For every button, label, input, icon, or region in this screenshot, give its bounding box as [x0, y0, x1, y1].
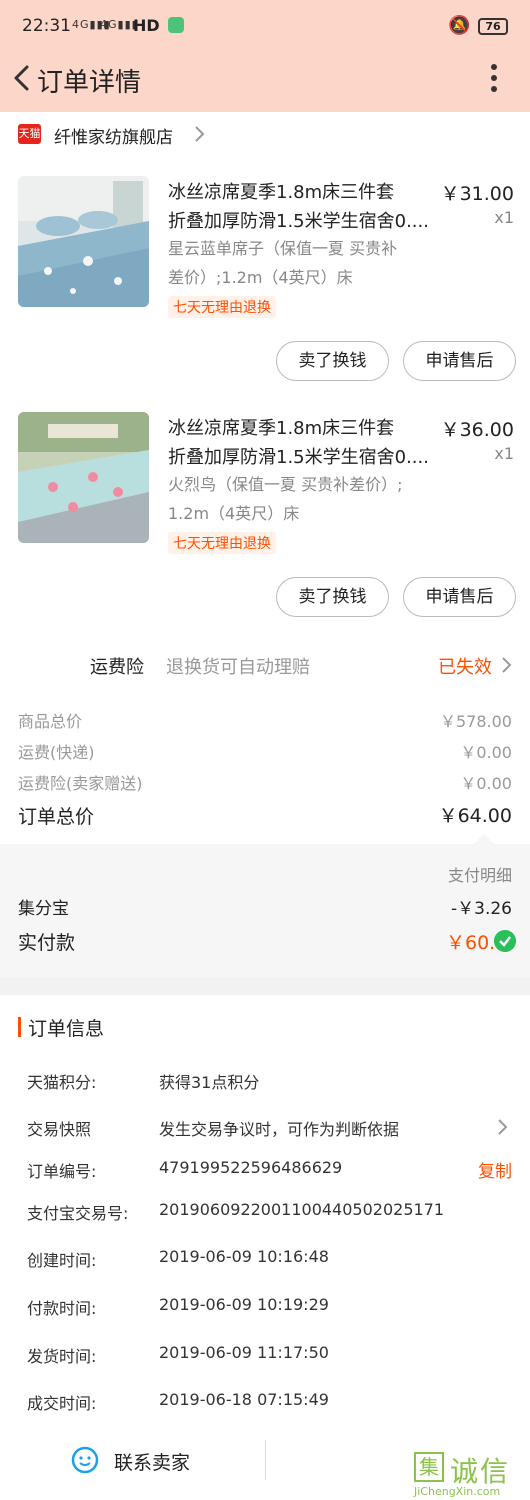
insurance-label: 运费险 — [90, 657, 144, 678]
watermark-url: JiChengXin.com — [414, 1485, 501, 1498]
sell-button[interactable]: 卖了换钱 — [276, 577, 389, 617]
product-title[interactable]: 冰丝凉席夏季1.8m床三件套 折叠加厚防滑1.5米学生宿舍0.... — [168, 178, 438, 236]
actual-paid-value: ￥60. — [446, 932, 496, 954]
section-accent-bar — [18, 1017, 21, 1037]
actual-paid-row: 实付款 ￥60. — [0, 924, 530, 960]
status-bar: 22:31 4G▮▮▮ 4G▮▮▮ HD 🔕 76 — [0, 0, 530, 50]
page-title: 订单详情 — [37, 68, 142, 98]
copy-button[interactable]: 复制 — [478, 1157, 512, 1182]
product-title[interactable]: 冰丝凉席夏季1.8m床三件套 折叠加厚防滑1.5米学生宿舍0.... — [168, 414, 438, 472]
tmall-icon: 天猫 — [18, 124, 41, 144]
order-info-section: 订单信息 天猫积分: 获得31点积分 交易快照 发生交易争议时，可作为判断依据 … — [0, 995, 530, 1440]
battery-icon: 76 — [478, 18, 508, 35]
watermark-logo: 集 诚信 JiChengXin.com — [412, 1452, 530, 1500]
watermark-icon: 集 — [414, 1452, 444, 1482]
after-sales-button[interactable]: 申请售后 — [403, 341, 516, 381]
info-row-alipay-number: 支付宝交易号: 2019060922001100440502025171 — [27, 1200, 445, 1223]
info-row-paid: 付款时间: 2019-06-09 10:19:29 — [27, 1295, 329, 1318]
info-row-created: 创建时间: 2019-06-09 10:16:48 — [27, 1247, 329, 1270]
top-bar: 22:31 4G▮▮▮ 4G▮▮▮ HD 🔕 76 订单详情 — [0, 0, 530, 112]
section-title: 订单信息 — [28, 1018, 105, 1040]
shipping-insurance-row[interactable]: 运费险 退换货可自动理赔 已失效 — [0, 645, 530, 685]
fee-row: 运费(快递) ￥0.00 — [18, 743, 512, 762]
product-image[interactable] — [18, 412, 149, 543]
info-row-snapshot[interactable]: 交易快照 发生交易争议时，可作为判断依据 — [0, 1112, 530, 1142]
return-policy-badge: 七天无理由退换 — [168, 296, 276, 318]
shop-name[interactable]: 纤惟家纺旗舰店 — [54, 123, 173, 148]
insurance-status: 已失效 — [438, 657, 492, 678]
fee-row: 运费险(卖家赠送) ￥0.00 — [18, 774, 512, 793]
product-spec: 星云蓝单席子（保值一夏 买贵补 差价）;1.2m（4英尺）床 — [168, 239, 398, 287]
bottom-bar: 联系卖家 集 诚信 JiChengXin.com — [0, 1440, 530, 1500]
product-quantity: x1 — [494, 444, 514, 463]
info-row-completed: 成交时间: 2019-06-18 07:15:49 — [27, 1390, 329, 1413]
chevron-right-icon — [195, 126, 205, 142]
product-price: ￥31.00 — [440, 183, 514, 205]
sell-button[interactable]: 卖了换钱 — [276, 341, 389, 381]
payment-details: 支付明细 集分宝 -￥3.26 实付款 ￥60. — [0, 844, 530, 977]
jifenbao-row: 集分宝 -￥3.26 — [18, 899, 512, 919]
product-spec: 火烈鸟（保值一夏 买贵补差价）; 1.2m（4英尺）床 — [168, 475, 403, 523]
info-row-points: 天猫积分: 获得31点积分 — [27, 1073, 260, 1092]
order-item: 冰丝凉席夏季1.8m床三件套 折叠加厚防滑1.5米学生宿舍0.... 火烈鸟（保… — [0, 412, 530, 648]
product-image[interactable] — [18, 176, 149, 307]
chevron-right-icon — [498, 1119, 508, 1135]
order-total-label: 订单总价 — [18, 806, 95, 828]
hd-indicator: HD — [133, 16, 160, 35]
product-price: ￥36.00 — [440, 419, 514, 441]
order-total-value: ￥64.00 — [438, 805, 512, 827]
return-policy-badge: 七天无理由退换 — [168, 532, 276, 554]
battery-level: 76 — [485, 20, 501, 33]
order-item: 冰丝凉席夏季1.8m床三件套 折叠加厚防滑1.5米学生宿舍0.... 星云蓝单席… — [0, 176, 530, 412]
nav-header: 订单详情 — [0, 55, 530, 110]
after-sales-button[interactable]: 申请售后 — [403, 577, 516, 617]
divider — [265, 1440, 266, 1480]
info-row-order-number: 订单编号: 479199522596486629 复制 — [27, 1157, 512, 1182]
chat-icon[interactable] — [70, 1445, 100, 1475]
back-arrow-icon[interactable] — [8, 63, 38, 93]
contact-seller-button[interactable]: 联系卖家 — [114, 1448, 190, 1475]
status-time: 22:31 — [22, 16, 71, 36]
actual-paid-label: 实付款 — [18, 932, 76, 954]
check-icon — [494, 930, 516, 952]
mute-icon: 🔕 — [448, 15, 471, 36]
app-notification-icon — [168, 17, 184, 33]
more-menu-icon[interactable] — [482, 61, 506, 95]
shop-row[interactable]: 天猫 纤惟家纺旗舰店 — [0, 112, 530, 156]
order-total-row: 订单总价 ￥64.00 — [0, 798, 530, 832]
order-card: 天猫 纤惟家纺旗舰店 冰丝凉席夏季1.8m床三件套 折叠加厚防滑1.5米学生宿舍… — [0, 112, 530, 977]
watermark-text: 诚信 — [450, 1455, 511, 1488]
product-quantity: x1 — [494, 208, 514, 227]
info-row-shipped: 发货时间: 2019-06-09 11:17:50 — [27, 1343, 329, 1366]
chevron-right-icon — [502, 657, 512, 673]
fee-row: 商品总价 ￥578.00 — [18, 712, 512, 731]
payment-detail-label: 支付明细 — [447, 866, 512, 885]
insurance-desc: 退换货可自动理赔 — [166, 657, 310, 678]
